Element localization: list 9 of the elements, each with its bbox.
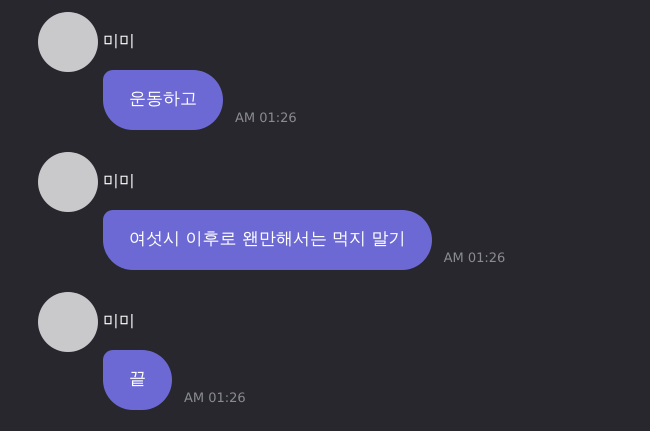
message-bubble: 끝 bbox=[103, 350, 172, 410]
message-bubble: 여섯시 이후로 왠만해서는 먹지 말기 bbox=[103, 210, 432, 270]
sender-name: 미미 bbox=[103, 30, 135, 52]
sender-name: 미미 bbox=[103, 170, 135, 192]
message-time: AM 01:26 bbox=[235, 110, 297, 128]
message-time: AM 01:26 bbox=[184, 390, 246, 408]
message-time: AM 01:26 bbox=[444, 250, 506, 268]
sender-name: 미미 bbox=[103, 310, 135, 332]
message-bubble: 운동하고 bbox=[103, 70, 223, 130]
